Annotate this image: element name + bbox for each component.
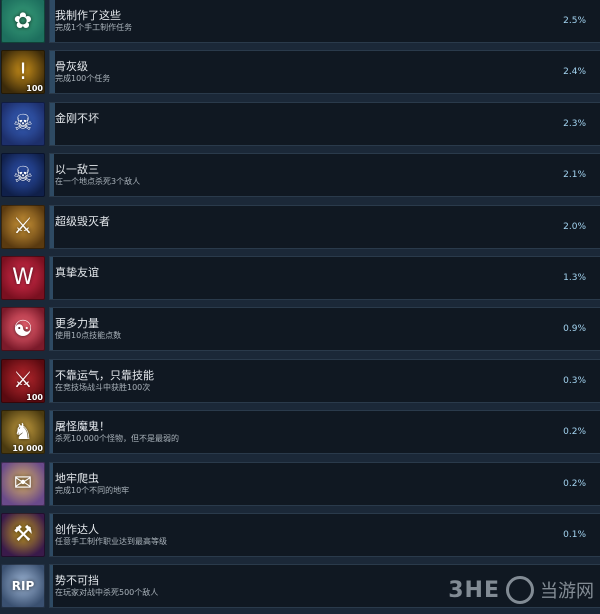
- unlock-percentage: 2.1%: [563, 170, 586, 181]
- meditation-icon: ☯: [1, 307, 45, 352]
- unlock-percentage: 2.0%: [563, 221, 586, 232]
- unlock-percentage: 0.1%: [563, 529, 586, 540]
- achievement-title: 骨灰级: [55, 60, 88, 74]
- progress-bar: [50, 205, 54, 248]
- icon-badge: 10 000: [12, 444, 43, 454]
- unlock-percentage: 2.3%: [563, 118, 586, 129]
- achievement-row[interactable]: ⚔ 超级毁灭者 2.0%: [0, 203, 600, 251]
- achievement-title: 势不可挡: [55, 574, 99, 588]
- unlock-percentage: 0.2%: [563, 427, 586, 438]
- achievement-title: 我制作了这些: [55, 9, 121, 22]
- icon-badge: 100: [26, 84, 43, 94]
- achievement-panel: 骨灰级 完成100个任务 2.4%: [49, 50, 600, 95]
- achievement-panel: 不靠运气，只靠技能 在竞技场战斗中获胜100次 0.3%: [49, 358, 600, 403]
- crafting-icon: ✿: [1, 0, 45, 43]
- icon-glyph: RIP: [11, 579, 35, 594]
- three-skulls-icon: ☠: [1, 153, 45, 198]
- achievement-description: 完成100个任务: [55, 74, 111, 84]
- hammer-sword-icon: ⚒: [1, 512, 45, 557]
- achievement-row[interactable]: ☯ 更多力量 使用10点技能点数 0.9%: [0, 305, 600, 353]
- achievement-description: 在一个地点杀死3个敌人: [55, 177, 141, 187]
- achievement-description: 在玩家对战中杀死500个敌人: [55, 588, 159, 598]
- progress-bar: [50, 411, 53, 454]
- achievement-row[interactable]: ! 100 骨灰级 完成100个任务 2.4%: [0, 48, 600, 96]
- achievement-row[interactable]: ♞ 10 000 屠怪魔鬼！ 杀死10,000个怪物，但不是最弱的 0.2%: [0, 408, 600, 456]
- unlock-percentage: 0.2%: [563, 478, 586, 489]
- progress-bar: [50, 154, 55, 197]
- achievement-panel: 屠怪魔鬼！ 杀死10,000个怪物，但不是最弱的 0.2%: [49, 410, 600, 455]
- achievement-panel: 创作达人 任意手工制作职业达到最高等级 0.1%: [49, 512, 600, 557]
- icon-glyph: ⚔: [13, 214, 33, 240]
- achievement-panel: 以一敌三 在一个地点杀死3个敌人 2.1%: [49, 153, 600, 198]
- icon-glyph: ⚒: [13, 522, 33, 548]
- icon-badge: 100: [26, 392, 43, 402]
- scroll-map-icon: ✉: [1, 461, 45, 506]
- icon-glyph: ☯: [13, 316, 33, 342]
- unlock-percentage: 2.5%: [563, 16, 586, 26]
- achievement-row[interactable]: ☠ 以一敌三 在一个地点杀死3个敌人 2.1%: [0, 151, 600, 199]
- achievement-title: 不靠运气，只靠技能: [55, 368, 154, 382]
- achievement-row[interactable]: W 真挚友谊 1.3%: [0, 254, 600, 302]
- weapons-icon: ⚔: [1, 204, 45, 249]
- achievement-panel: 真挚友谊 1.3%: [49, 255, 600, 300]
- monster-head-icon: ♞ 10 000: [1, 410, 45, 455]
- icon-glyph: ☠: [13, 162, 33, 188]
- achievement-row[interactable]: ⚒ 创作达人 任意手工制作职业达到最高等级 0.1%: [0, 511, 600, 559]
- watermark-brand: 3HE: [448, 577, 500, 603]
- achievement-title: 以一敌三: [55, 163, 99, 177]
- unlock-percentage: 2.4%: [563, 67, 586, 78]
- achievement-row[interactable]: ✿ 我制作了这些 完成1个手工制作任务 2.5%: [0, 0, 600, 45]
- progress-bar: [50, 102, 55, 145]
- achievement-title: 屠怪魔鬼！: [55, 420, 110, 434]
- achievement-panel: 地牢爬虫 完成10个不同的地牢 0.2%: [49, 461, 600, 506]
- w-emblem-icon: W: [1, 255, 45, 300]
- rip-tombstone-icon: RIP: [1, 564, 45, 609]
- achievement-row[interactable]: ⚔ 100 不靠运气，只靠技能 在竞技场战斗中获胜100次 0.3%: [0, 357, 600, 405]
- achievement-description: 完成1个手工制作任务: [55, 23, 133, 32]
- achievement-row[interactable]: ✉ 地牢爬虫 完成10个不同的地牢 0.2%: [0, 460, 600, 508]
- icon-glyph: ✉: [13, 471, 33, 497]
- achievement-description: 在竞技场战斗中获胜100次: [55, 382, 151, 392]
- progress-bar: [50, 308, 53, 351]
- watermark-logo-icon: [506, 576, 534, 604]
- achievement-description: 任意手工制作职业达到最高等级: [55, 536, 167, 546]
- watermark: 3HE 当游网: [448, 576, 594, 604]
- unlock-percentage: 0.9%: [563, 324, 586, 335]
- achievement-panel: 更多力量 使用10点技能点数 0.9%: [49, 307, 600, 352]
- achievement-description: 使用10点技能点数: [55, 331, 122, 341]
- icon-glyph: ✿: [13, 8, 33, 34]
- unlock-percentage: 0.3%: [563, 375, 586, 386]
- arena-sword-icon: ⚔ 100: [1, 358, 45, 403]
- progress-bar: [50, 359, 53, 402]
- achievement-title: 金刚不坏: [55, 111, 99, 125]
- achievement-title: 超级毁灭者: [55, 214, 110, 228]
- achievement-panel: 我制作了这些 完成1个手工制作任务 2.5%: [49, 0, 600, 43]
- icon-glyph: W: [12, 265, 34, 291]
- achievement-title: 更多力量: [55, 317, 99, 331]
- exclamation-icon: ! 100: [1, 50, 45, 95]
- progress-bar: [50, 513, 53, 556]
- achievement-title: 创作达人: [55, 522, 99, 536]
- watermark-site: 当游网: [540, 581, 594, 602]
- achievement-panel: 超级毁灭者 2.0%: [49, 204, 600, 249]
- achievement-title: 地牢爬虫: [55, 471, 99, 485]
- progress-bar: [50, 462, 53, 505]
- achievement-title: 真挚友谊: [55, 265, 99, 279]
- achievement-row[interactable]: ☠ 金刚不坏 2.3%: [0, 100, 600, 148]
- progress-bar: [50, 256, 53, 299]
- achievement-list: ✿ 我制作了这些 完成1个手工制作任务 2.5% ! 100 骨灰级 完成100个任务 2.4%…: [0, 0, 600, 614]
- achievement-description: 完成10个不同的地牢: [55, 485, 130, 495]
- achievement-description: 杀死10,000个怪物，但不是最弱的: [55, 434, 179, 444]
- icon-glyph: ☠: [13, 111, 33, 137]
- unlock-percentage: 1.3%: [563, 272, 586, 283]
- achievement-panel: 金刚不坏 2.3%: [49, 101, 600, 146]
- progress-bar: [50, 565, 53, 608]
- skull-crossbones-icon: ☠: [1, 101, 45, 146]
